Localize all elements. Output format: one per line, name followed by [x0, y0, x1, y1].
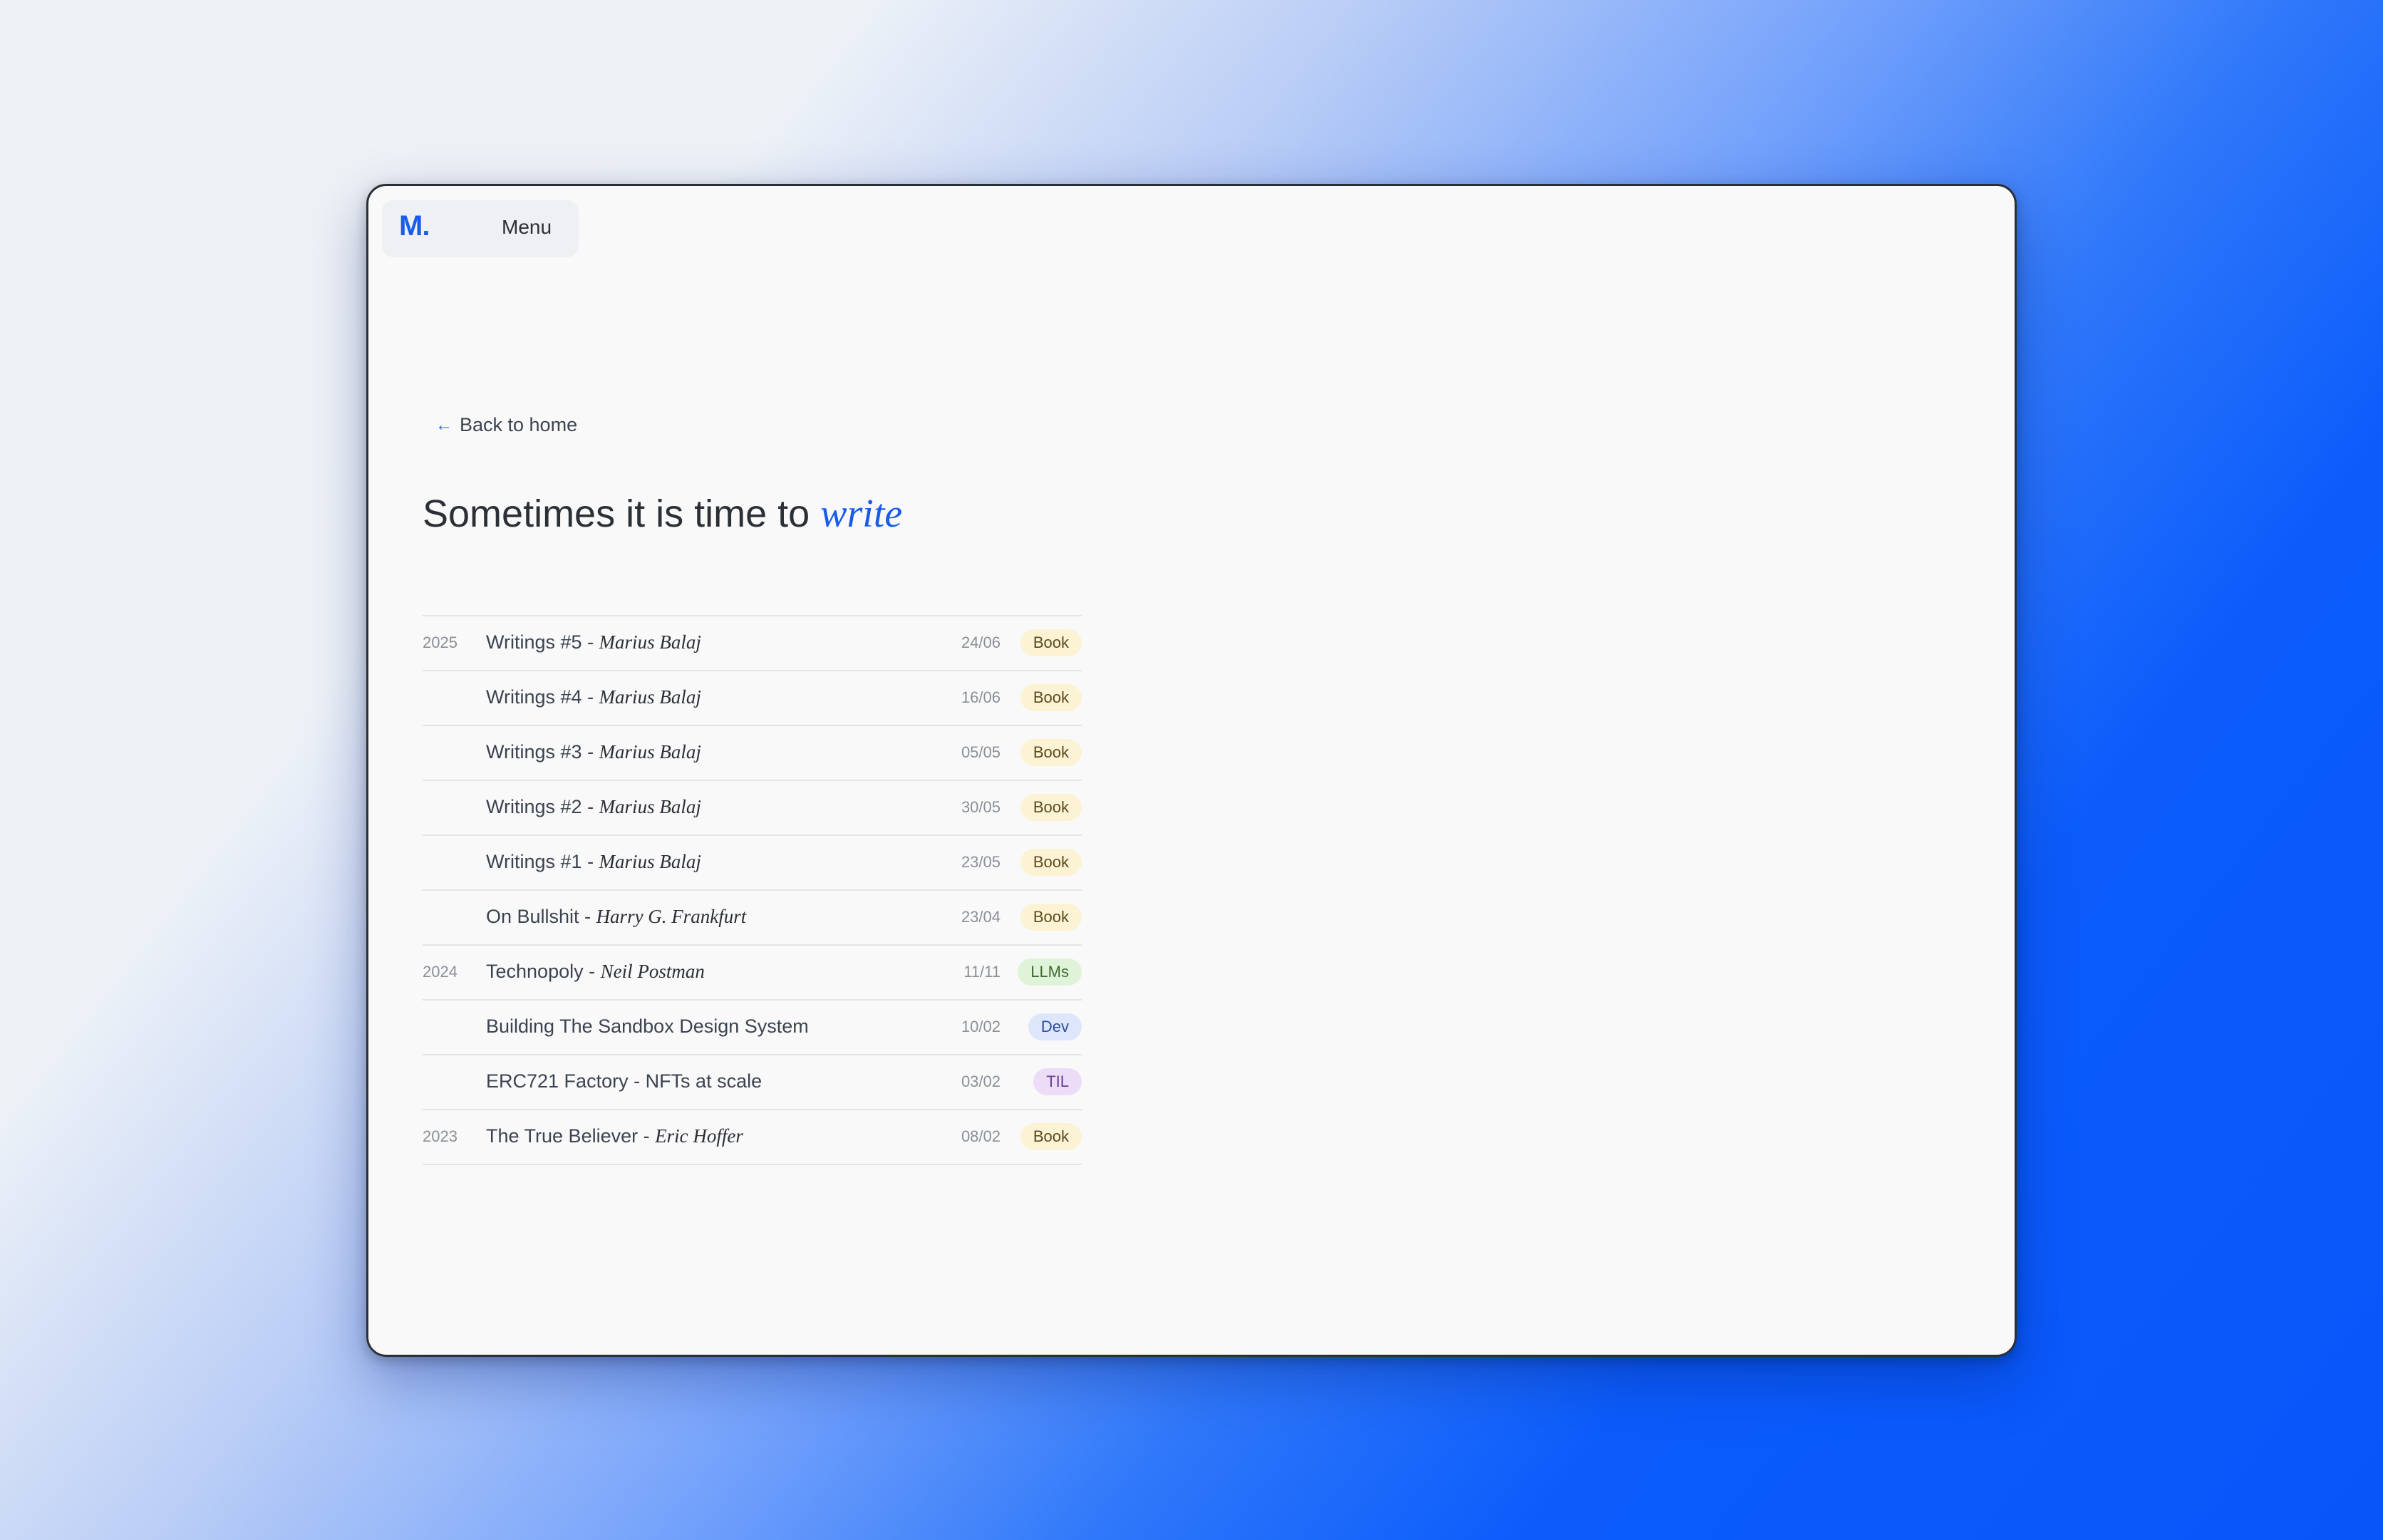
list-item[interactable]: 2025 Writings #5 - Marius Balaj 24/06 Bo…: [423, 616, 1082, 671]
post-title: Technopoly - Neil Postman: [486, 961, 705, 982]
back-to-home-link[interactable]: ← Back to home: [435, 414, 577, 436]
post-title: Writings #1 - Marius Balaj: [486, 851, 701, 872]
tag-badge: Book: [1020, 849, 1082, 876]
list-item[interactable]: ERC721 Factory - NFTs at scale 03/02 TIL: [423, 1055, 1082, 1110]
post-author: Eric Hoffer: [655, 1125, 743, 1147]
post-author: Marius Balaj: [599, 796, 701, 817]
post-author: Marius Balaj: [599, 686, 701, 708]
top-nav: M. Menu: [382, 200, 579, 257]
tag-badge: Dev: [1028, 1013, 1082, 1040]
post-author: Neil Postman: [600, 961, 705, 982]
post-date: 05/05: [961, 743, 1001, 761]
page-title-prefix: Sometimes it is time to: [423, 492, 821, 535]
tag-badge: Book: [1020, 1123, 1082, 1150]
tag-badge: Book: [1020, 739, 1082, 766]
arrow-left-icon: ←: [435, 415, 453, 435]
post-date: 10/02: [961, 1018, 1001, 1035]
post-title: Writings #4 - Marius Balaj: [486, 686, 701, 708]
menu-button[interactable]: Menu: [502, 216, 552, 239]
post-date: 23/05: [961, 853, 1001, 871]
tag-badge: Book: [1020, 904, 1082, 931]
post-date: 08/02: [961, 1127, 1001, 1145]
post-date: 03/02: [961, 1073, 1001, 1090]
post-date: 11/11: [963, 963, 1001, 981]
post-title: Writings #3 - Marius Balaj: [486, 741, 701, 763]
post-date: 23/04: [961, 908, 1001, 926]
list-item[interactable]: Writings #4 - Marius Balaj 16/06 Book: [423, 671, 1082, 726]
site-logo[interactable]: M.: [399, 210, 430, 242]
post-author: Harry G. Frankfurt: [596, 906, 747, 927]
post-title: Building The Sandbox Design System: [486, 1016, 809, 1037]
back-to-home-label: Back to home: [460, 414, 578, 435]
list-item[interactable]: Writings #3 - Marius Balaj 05/05 Book: [423, 726, 1082, 781]
post-title: ERC721 Factory - NFTs at scale: [486, 1070, 763, 1092]
writings-list: 2025 Writings #5 - Marius Balaj 24/06 Bo…: [423, 615, 1082, 1165]
post-author: Marius Balaj: [599, 851, 701, 872]
post-date: 30/05: [961, 798, 1001, 816]
post-author: Marius Balaj: [599, 631, 701, 653]
year-label: 2025: [423, 634, 458, 651]
post-title: On Bullshit - Harry G. Frankfurt: [486, 906, 747, 927]
tag-badge: Book: [1020, 684, 1082, 711]
tag-badge: Book: [1020, 794, 1082, 821]
list-item[interactable]: 2023 The True Believer - Eric Hoffer 08/…: [423, 1110, 1082, 1165]
page-title: Sometimes it is time to write: [423, 491, 902, 537]
list-item[interactable]: Writings #1 - Marius Balaj 23/05 Book: [423, 836, 1082, 891]
tag-badge: TIL: [1033, 1068, 1082, 1095]
post-date: 16/06: [961, 688, 1001, 706]
list-item[interactable]: On Bullshit - Harry G. Frankfurt 23/04 B…: [423, 891, 1082, 946]
tag-badge: LLMs: [1018, 958, 1082, 986]
post-author: Marius Balaj: [599, 741, 701, 763]
year-label: 2023: [423, 1127, 458, 1145]
list-item[interactable]: Building The Sandbox Design System 10/02…: [423, 1001, 1082, 1055]
list-item[interactable]: 2024 Technopoly - Neil Postman 11/11 LLM…: [423, 946, 1082, 1001]
list-item[interactable]: Writings #2 - Marius Balaj 30/05 Book: [423, 781, 1082, 836]
post-title: The True Believer - Eric Hoffer: [486, 1125, 743, 1147]
post-title: Writings #2 - Marius Balaj: [486, 796, 701, 817]
tag-badge: Book: [1020, 629, 1082, 656]
year-label: 2024: [423, 963, 458, 981]
page-title-accent: write: [820, 492, 903, 536]
post-title: Writings #5 - Marius Balaj: [486, 631, 701, 653]
post-date: 24/06: [961, 634, 1001, 651]
browser-window: M. Menu ← Back to home Sometimes it is t…: [366, 184, 2017, 1357]
